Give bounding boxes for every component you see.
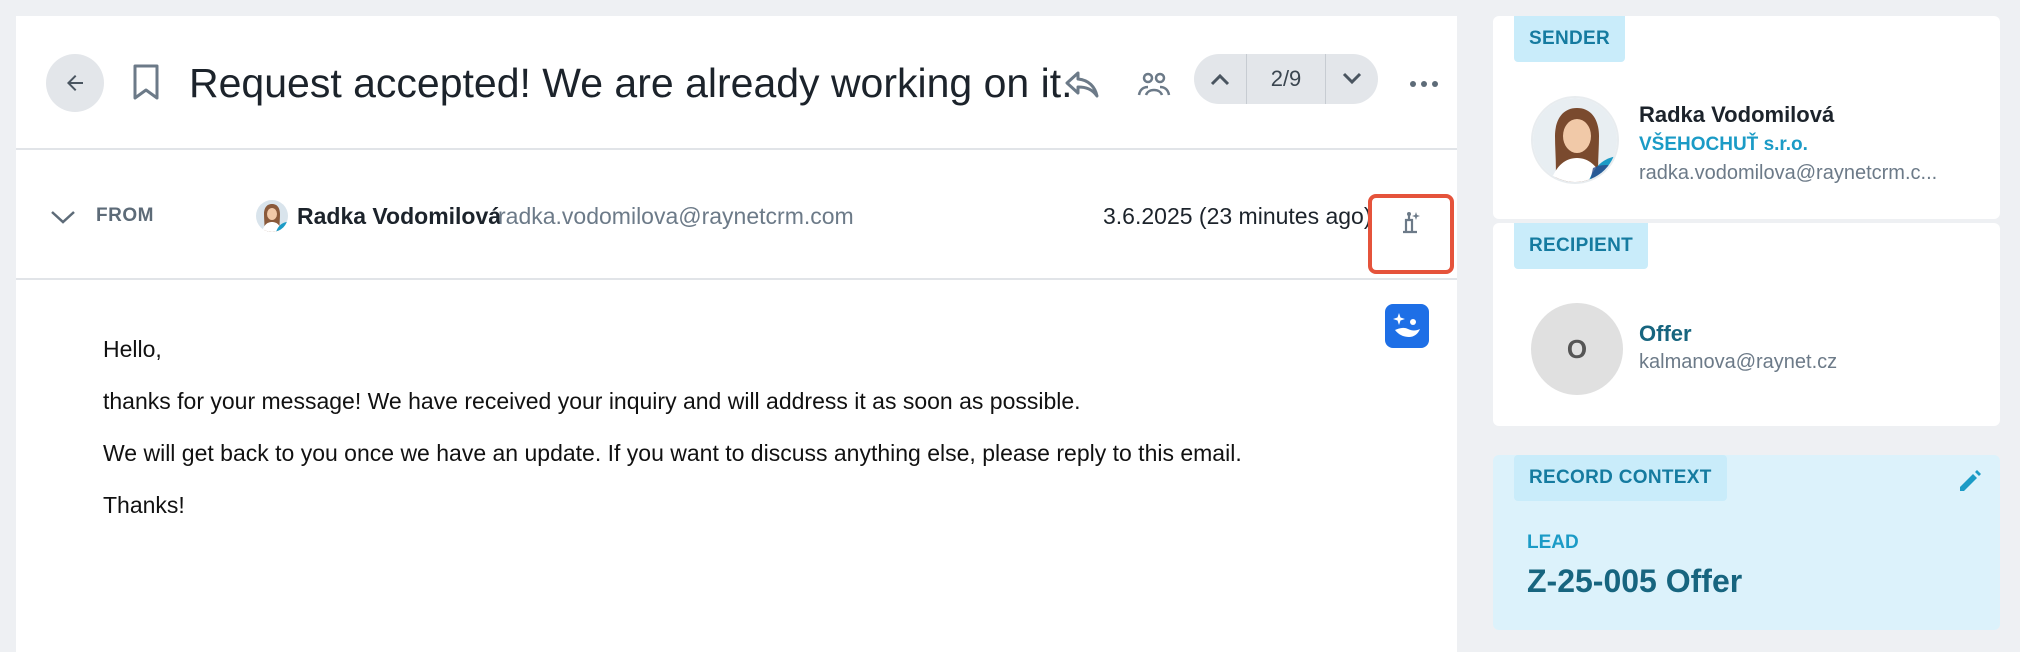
ai-assistant-button[interactable] (1385, 304, 1429, 348)
sender-name[interactable]: Radka Vodomilová (297, 203, 501, 230)
ai-sparkle-icon (1393, 313, 1420, 337)
mail-header: Request accepted! We are already working… (16, 16, 1457, 150)
expand-toggle[interactable] (48, 202, 78, 232)
mail-panel: Request accepted! We are already working… (16, 16, 1457, 652)
chevron-down-icon (51, 211, 75, 224)
avatar (1531, 96, 1619, 184)
email-pager: 2/9 (1194, 54, 1378, 104)
email-subject: Request accepted! We are already working… (189, 60, 1073, 106)
from-label: FROM (96, 205, 154, 226)
sender-label: SENDER (1514, 16, 1625, 62)
recipient-email[interactable]: kalmanova@raynet.cz (1639, 351, 1837, 374)
chevron-down-icon (1342, 72, 1362, 85)
chevron-up-icon (1210, 73, 1230, 86)
sender-company[interactable]: VŠEHOCHUŤ s.r.o. (1639, 134, 1808, 156)
pencil-icon (1960, 470, 1981, 491)
body-line: Hello, (103, 336, 162, 362)
email-body: Hello, thanks for your message! We have … (16, 282, 1457, 652)
recipient-label: RECIPIENT (1514, 223, 1649, 269)
previous-email-button[interactable] (1194, 54, 1246, 104)
bookmark-icon (133, 64, 159, 100)
ai-tag-button[interactable] (1396, 206, 1428, 238)
participants-button[interactable] (1130, 60, 1178, 108)
reply-icon (1065, 71, 1099, 98)
sender-card: SENDER Radka Vodomilová VŠEHOCHUŤ s.r.o.… (1493, 16, 2000, 219)
edit-context-button[interactable] (1954, 465, 1986, 497)
recipient-card: RECIPIENT O Offer kalmanova@raynet.cz (1493, 223, 2000, 426)
pager-count: 2/9 (1246, 54, 1326, 104)
back-button[interactable] (46, 54, 104, 112)
ai-tag-icon (1403, 212, 1420, 234)
record-title[interactable]: Z-25-005 Offer (1527, 563, 1742, 600)
sender-name[interactable]: Radka Vodomilová (1639, 102, 1834, 128)
from-row: FROM Radka Vodomilová radka.vodomilova@r… (16, 152, 1457, 280)
body-line: Thanks! (103, 492, 185, 518)
recipient-name[interactable]: Offer (1639, 321, 1692, 347)
sender-email[interactable]: radka.vodomilova@raynetcrm.com (498, 203, 854, 230)
group-icon (1137, 72, 1171, 96)
more-icon (1410, 81, 1438, 87)
avatar: O (1531, 303, 1623, 395)
avatar (256, 200, 288, 232)
more-options-button[interactable] (1400, 60, 1448, 108)
email-date: 3.6.2025 (23 minutes ago) (1103, 203, 1372, 229)
record-type: LEAD (1527, 532, 1579, 553)
bookmark-button[interactable] (128, 60, 164, 104)
reply-button[interactable] (1058, 60, 1106, 108)
record-context-label: RECORD CONTEXT (1514, 455, 1727, 501)
back-arrow-icon (67, 75, 83, 91)
next-email-button[interactable] (1326, 54, 1378, 104)
body-line: We will get back to you once we have an … (103, 440, 1242, 466)
record-context-card: RECORD CONTEXT LEAD Z-25-005 Offer (1493, 455, 2000, 630)
body-line: thanks for your message! We have receive… (103, 388, 1081, 414)
sender-email[interactable]: radka.vodomilova@raynetcrm.c... (1639, 162, 1937, 185)
